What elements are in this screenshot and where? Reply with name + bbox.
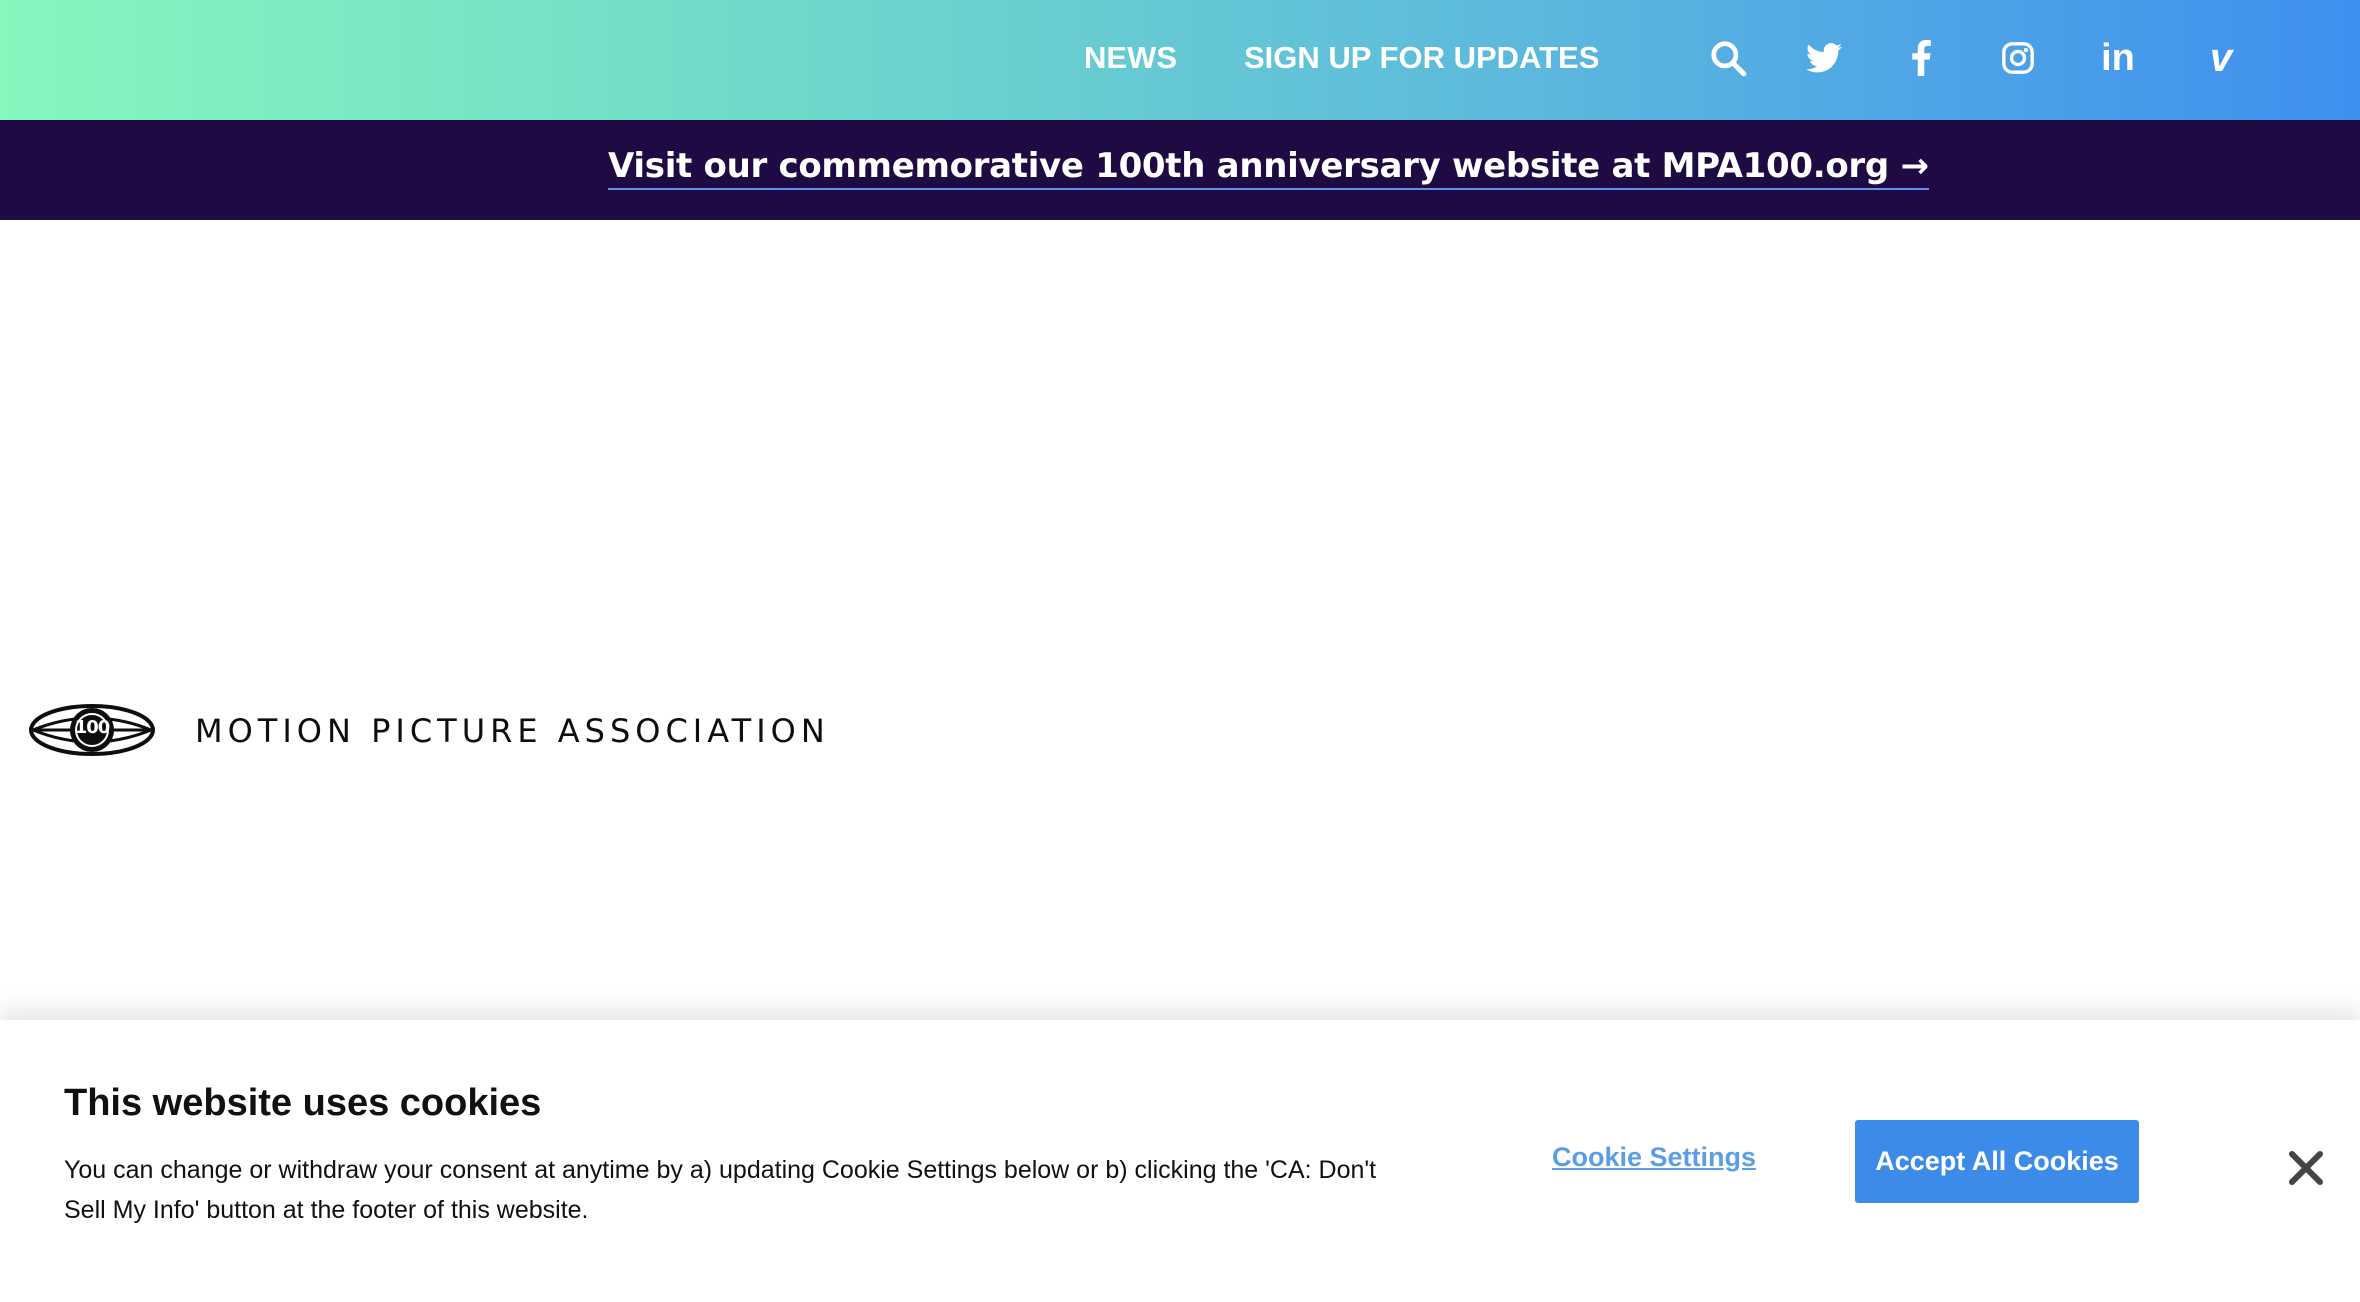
accept-all-cookies-button[interactable]: Accept All Cookies [1855,1120,2139,1203]
anniversary-link[interactable]: Visit our commemorative 100th anniversar… [608,144,1929,190]
linkedin-icon[interactable]: in [2097,37,2139,79]
facebook-icon[interactable] [1900,37,1942,79]
cookie-description: You can change or withdraw your consent … [64,1156,1377,1224]
cookie-settings-link[interactable]: Cookie Settings [1552,1142,1756,1173]
close-icon[interactable] [2286,1148,2326,1188]
mpa-logo[interactable]: 100 [28,702,156,758]
site-header: NEWS SIGN UP FOR UPDATES in v [0,0,2360,120]
twitter-icon[interactable] [1803,37,1845,79]
instagram-icon[interactable] [1997,37,2039,79]
cookie-title: This website uses cookies [64,1082,542,1124]
logo-badge-text: 100 [74,717,111,738]
search-icon[interactable] [1707,37,1749,79]
organization-name: MOTION PICTURE ASSOCIATION [195,712,830,750]
vimeo-icon[interactable]: v [2200,36,2242,80]
nav-sign-up-link[interactable]: SIGN UP FOR UPDATES [1244,38,1599,78]
nav-news-link[interactable]: NEWS [1084,38,1177,78]
